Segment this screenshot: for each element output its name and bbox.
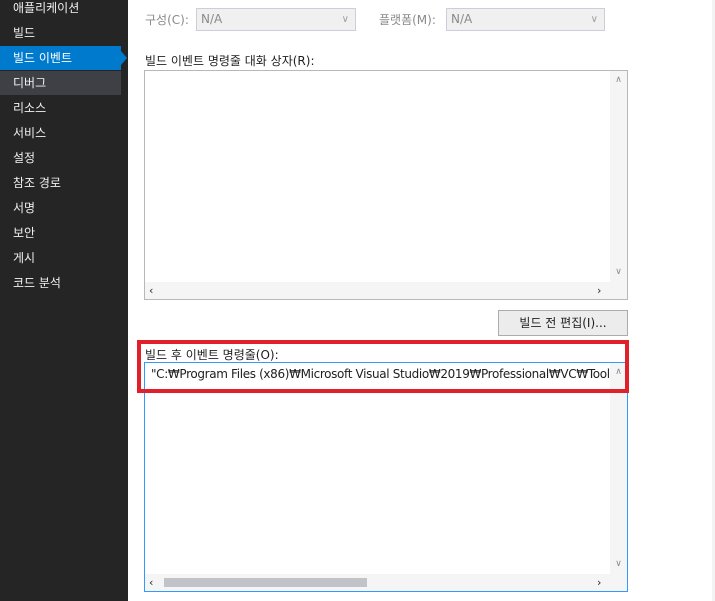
chevron-up-icon[interactable]: ∧ [610, 75, 627, 85]
horizontal-scrollbar[interactable]: ‹ › [145, 574, 610, 591]
configuration-label: 구성(C): [145, 13, 189, 27]
platform-label: 플랫폼(M): [379, 13, 436, 27]
platform-combo[interactable]: N/A ∨ [446, 8, 605, 31]
vertical-scrollbar[interactable]: ∧ ∨ [610, 71, 627, 283]
chevron-left-icon[interactable]: ‹ [149, 574, 153, 591]
annotation-highlight-box [137, 340, 629, 393]
sidebar: 애플리케이션 빌드 빌드 이벤트 디버그 리소스 서비스 설정 참조 경로 서명… [0, 0, 128, 601]
sidebar-item-signing[interactable]: 서명 [0, 196, 121, 220]
sidebar-item-build-events[interactable]: 빌드 이벤트 [0, 46, 121, 70]
vertical-scrollbar[interactable]: ∧ ∨ [610, 363, 627, 575]
chevron-down-icon: ∨ [341, 14, 349, 25]
sidebar-item-code-analysis[interactable]: 코드 분석 [0, 271, 121, 295]
horizontal-scroll-thumb[interactable] [164, 578, 367, 587]
chevron-down-icon[interactable]: ∨ [610, 559, 627, 569]
sidebar-item-debug[interactable]: 디버그 [0, 71, 121, 95]
chevron-left-icon[interactable]: ‹ [149, 282, 153, 299]
sidebar-item-build[interactable]: 빌드 [0, 21, 121, 45]
chevron-down-icon[interactable]: ∨ [610, 267, 627, 277]
sidebar-item-application[interactable]: 애플리케이션 [0, 0, 121, 20]
sidebar-item-publish[interactable]: 게시 [0, 246, 121, 270]
horizontal-scrollbar[interactable]: ‹ › [145, 282, 610, 299]
sidebar-item-settings[interactable]: 설정 [0, 146, 121, 170]
configuration-combo[interactable]: N/A ∨ [196, 8, 356, 31]
platform-value: N/A [451, 12, 473, 26]
scrollbar-corner [610, 282, 627, 299]
chevron-right-icon[interactable]: › [597, 574, 601, 591]
sidebar-item-reference-paths[interactable]: 참조 경로 [0, 171, 121, 195]
prebuild-textbox[interactable]: ∧ ∨ ‹ › [144, 70, 628, 300]
configuration-value: N/A [201, 12, 223, 26]
chevron-down-icon: ∨ [590, 14, 598, 25]
scrollbar-corner [610, 574, 627, 591]
selection-arrow-icon [121, 51, 127, 65]
postbuild-textbox[interactable]: "C:₩Program Files (x86)₩Microsoft Visual… [144, 362, 628, 592]
edit-prebuild-button[interactable]: 빌드 전 편집(I)... [498, 310, 628, 336]
chevron-right-icon[interactable]: › [597, 282, 601, 299]
prebuild-label: 빌드 이벤트 명령줄 대화 상자(R): [145, 54, 315, 68]
sidebar-item-security[interactable]: 보안 [0, 221, 121, 245]
sidebar-item-services[interactable]: 서비스 [0, 121, 121, 145]
sidebar-item-resources[interactable]: 리소스 [0, 96, 121, 120]
